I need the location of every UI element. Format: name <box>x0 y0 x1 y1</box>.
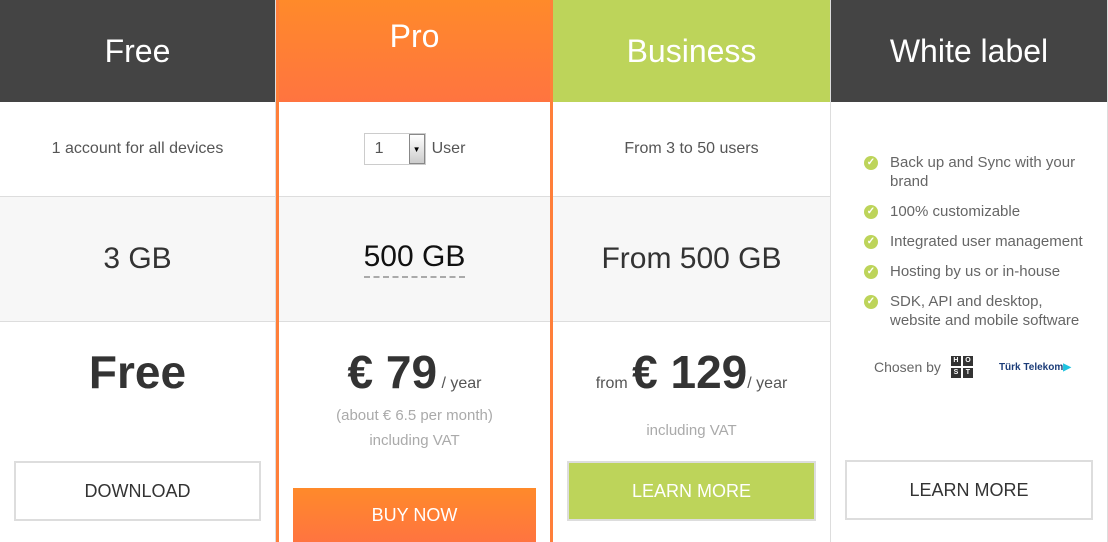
plan-pro: Pro 1 ▼ User 500 GB € 79 / year (about €… <box>276 0 553 542</box>
learn-more-button[interactable]: LEARN MORE <box>845 460 1093 520</box>
download-button[interactable]: DOWNLOAD <box>14 461 261 521</box>
feature-item: ✓ 100% customizable <box>864 202 1093 221</box>
feature-list: ✓ Back up and Sync with your brand ✓ 100% … <box>864 153 1093 341</box>
users-label: User <box>431 140 466 157</box>
plan-title: Free <box>0 0 275 102</box>
feature-text: Back up and Sync with your brand <box>890 154 1076 190</box>
users-select-value: 1 <box>374 140 384 157</box>
plan-description: 1 account for all devices <box>0 102 275 197</box>
feature-text: Hosting by us or in-house <box>890 263 1061 280</box>
feature-text: 100% customizable <box>890 203 1021 220</box>
buy-now-button[interactable]: BUY NOW <box>293 488 536 542</box>
users-select[interactable]: 1 ▼ <box>363 133 426 165</box>
feature-item: ✓ Integrated user management <box>864 232 1093 251</box>
feature-item: ✓ Hosting by us or in-house <box>864 262 1093 281</box>
plan-free: Free 1 account for all devices 3 GB Free… <box>0 0 276 542</box>
plan-business: Business From 3 to 50 users From 500 GB … <box>553 0 831 542</box>
plan-title: Business <box>553 0 830 102</box>
price-note: (about € 6.5 per month) <box>336 407 493 424</box>
plan-title: White label <box>831 0 1107 102</box>
plan-storage: 500 GB <box>279 197 550 322</box>
feature-item: ✓ Back up and Sync with your brand <box>864 153 1093 191</box>
turk-telekom-logo: Türk Telekom▶ <box>998 361 1071 373</box>
price-from: from <box>595 375 628 392</box>
learn-more-button[interactable]: LEARN MORE <box>567 461 816 521</box>
plan-storage: From 500 GB <box>553 197 830 322</box>
plan-price: Free <box>88 346 187 398</box>
price-period: / year <box>747 375 788 392</box>
plan-price: € 129 <box>632 346 748 398</box>
check-icon: ✓ <box>864 265 878 279</box>
price-period: / year <box>441 375 482 392</box>
plan-storage: 3 GB <box>0 197 275 322</box>
feature-item: ✓ SDK, API and desktop, website and mobil… <box>864 292 1093 330</box>
check-icon: ✓ <box>864 235 878 249</box>
storage-value: 500 GB <box>363 240 466 278</box>
user-count: 1 ▼ User <box>279 102 550 197</box>
check-icon: ✓ <box>864 156 878 170</box>
check-icon: ✓ <box>864 295 878 309</box>
chosen-by-label: Chosen by <box>874 359 941 375</box>
plan-white-label: White label ✓ Back up and Sync with your … <box>831 0 1108 542</box>
vat-note: including VAT <box>369 432 460 449</box>
chosen-by: Chosen by HOST Türk Telekom▶ <box>874 356 1071 378</box>
host-logo: HOST <box>950 356 973 378</box>
feature-text: SDK, API and desktop, website and mobile… <box>890 293 1080 329</box>
vat-note: including VAT <box>646 422 737 439</box>
plan-price: € 79 <box>347 346 438 398</box>
feature-text: Integrated user management <box>890 233 1083 250</box>
plan-description: From 3 to 50 users <box>553 102 830 197</box>
plan-title: Pro <box>279 0 550 102</box>
chevron-down-icon: ▼ <box>408 134 425 164</box>
check-icon: ✓ <box>864 205 878 219</box>
